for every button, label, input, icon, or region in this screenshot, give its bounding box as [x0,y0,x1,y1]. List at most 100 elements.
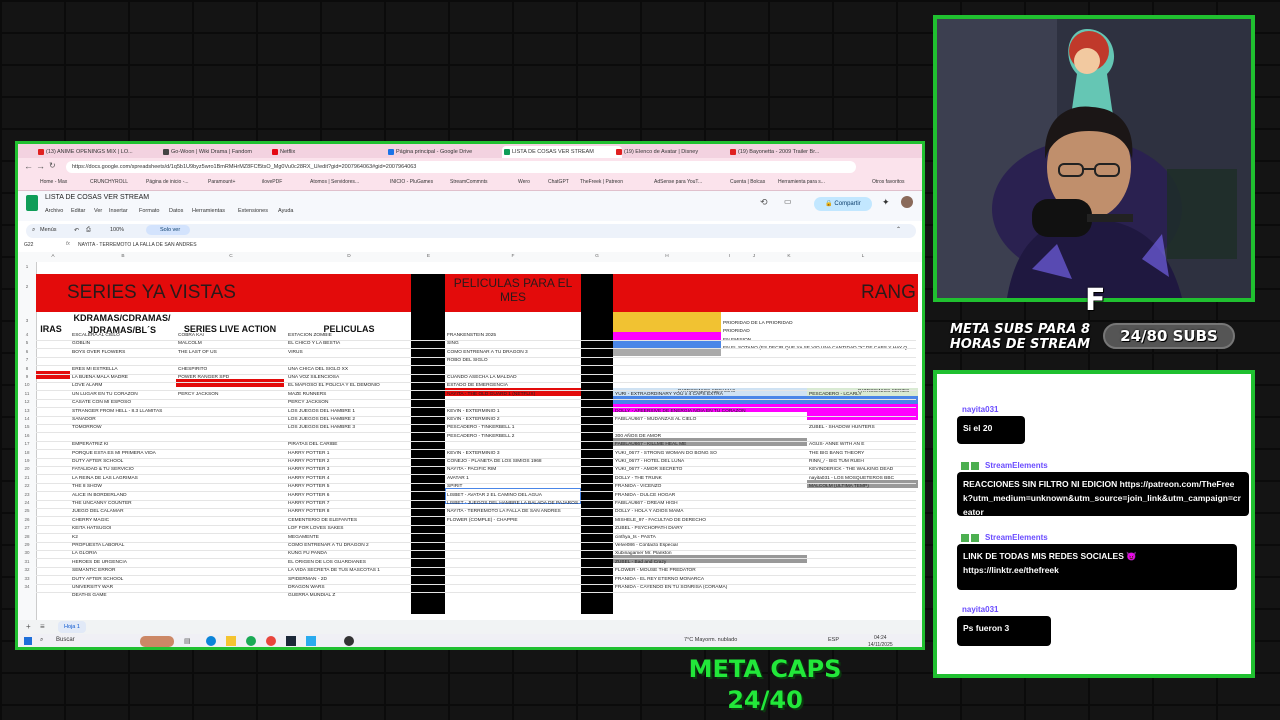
history-icon[interactable]: ⟲ [760,197,768,208]
column-header[interactable]: L [808,253,918,261]
browser-tab[interactable]: (13) ANIME OPENINGS MIX | LO... [36,146,156,158]
formula-input[interactable]: NAYITA - TERREMOTO LA FALLA DE SAN ANDRE… [78,242,197,248]
cell-reference[interactable]: G22 [24,242,33,248]
browser-tab[interactable]: LISTA DE COSAS VER STREAM [502,146,622,158]
sheet-tab[interactable]: Hoja 1 [58,621,86,633]
column-header[interactable]: J [738,253,770,261]
row-header[interactable]: 8 [18,366,36,371]
row-header[interactable]: 19 [18,458,36,463]
language-indicator[interactable]: ESP [828,637,839,643]
column-header[interactable]: B [70,253,176,261]
bookmark-item[interactable]: ilovePDF [262,179,282,185]
row-header[interactable]: 32 [18,567,36,572]
row-header[interactable]: 4 [18,332,36,337]
column-header[interactable]: A [36,253,70,261]
row-header[interactable]: 24 [18,500,36,505]
row-header[interactable]: 6 [18,349,36,354]
row-header[interactable]: 1 [18,264,36,269]
all-sheets-icon[interactable]: ≡ [40,622,45,631]
row-header[interactable]: 12 [18,399,36,404]
column-header[interactable]: F [445,253,581,261]
add-sheet-icon[interactable]: + [26,622,31,631]
menu-item[interactable]: Formato [139,208,159,214]
row-header[interactable]: 30 [18,550,36,555]
row-header[interactable]: 20 [18,466,36,471]
row-header[interactable]: 14 [18,416,36,421]
column-header[interactable]: D [286,253,412,261]
chevron-up-icon[interactable]: ⌃ [896,226,901,233]
print-icon[interactable]: ⎙ [86,227,91,234]
row-header[interactable]: 2 [18,284,36,289]
row-header[interactable]: 26 [18,517,36,522]
row-header[interactable]: 25 [18,508,36,513]
bookmark-item[interactable]: AdSense para YouT... [654,179,702,185]
browser-tab[interactable]: (19) Bayonetta - 2009 Trailer Br... [728,146,836,158]
bookmark-item[interactable]: Página de inicio -... [146,179,189,185]
row-header[interactable]: 15 [18,424,36,429]
widget-icon[interactable] [140,636,174,647]
row-header[interactable]: 29 [18,542,36,547]
row-header[interactable]: 17 [18,441,36,446]
zoom-select[interactable]: 100% [110,227,124,233]
bookmark-item[interactable]: Atomos | Servidores... [310,179,359,185]
taskbar-search[interactable]: Buscar [56,637,75,643]
bookmark-item[interactable]: Wero [518,179,530,185]
edge-icon[interactable] [206,636,216,646]
obs-icon[interactable] [344,636,354,646]
bookmark-item[interactable]: Cuenta | Bolcas [730,179,765,185]
document-title[interactable]: LISTA DE COSAS VER STREAM [45,194,149,201]
bookmark-item[interactable]: Otros favoritos [872,179,905,185]
row-header[interactable]: 7 [18,357,36,362]
row-header[interactable]: 23 [18,492,36,497]
task-view-icon[interactable]: ▤ [184,637,191,645]
column-header[interactable]: K [770,253,808,261]
menu-item[interactable]: Ver [94,208,102,214]
bookmark-item[interactable]: ChatGPT [548,179,569,185]
menu-item[interactable]: Extensiones [238,208,268,214]
menu-item[interactable]: Ayuda [278,208,294,214]
menu-item[interactable]: Insertar [109,208,128,214]
search-icon[interactable]: ⌕ [32,227,35,234]
whatsapp-icon[interactable] [246,636,256,646]
row-header[interactable]: 28 [18,534,36,539]
back-icon[interactable]: ← [24,161,33,171]
bookmark-item[interactable]: Home - Max [40,179,67,185]
undo-icon[interactable]: ↶ [74,227,79,234]
column-header[interactable]: E [412,253,445,261]
menus-button[interactable]: Menús [40,227,57,233]
browser-tab[interactable]: Página principal - Google Drive [386,146,506,158]
weather-widget[interactable]: 7°C Mayorm. nublado [684,637,737,643]
chrome-icon[interactable] [266,636,276,646]
menu-item[interactable]: Archivo [45,208,63,214]
row-header[interactable]: 21 [18,475,36,480]
browser-tab[interactable]: Go-Woon | Wiki Drama | Fandom [161,146,281,158]
bookmark-item[interactable]: CRUNCHYROLL [90,179,128,185]
view-mode-button[interactable]: Solo ver [146,225,190,235]
column-header[interactable]: G [581,253,613,261]
row-header[interactable]: 16 [18,433,36,438]
bookmark-item[interactable]: Paramount+ [208,179,235,185]
row-header[interactable]: 33 [18,576,36,581]
column-header[interactable]: C [176,253,286,261]
telegram-icon[interactable] [306,636,316,646]
clock-time[interactable]: 04:24 [874,635,887,641]
spreadsheet-grid[interactable]: 1 2 3 4 5 6 7 8 9 10 11 12 13 14 15 16 17 18 19 20 21 22 23 24 2… [18,262,922,620]
row-header[interactable]: 31 [18,559,36,564]
row-header[interactable]: 3 [18,318,36,323]
menu-item[interactable]: Editar [71,208,85,214]
row-header[interactable]: 18 [18,450,36,455]
gemini-icon[interactable]: ✦ [882,197,890,208]
table-cell[interactable]: GUERRA MUNDIAL Z [288,592,410,600]
share-button[interactable]: 🔒 Compartir [814,197,872,211]
row-header[interactable]: 34 [18,584,36,589]
search-icon[interactable]: ⌕ [40,637,43,644]
row-header[interactable]: 11 [18,391,36,396]
row-header[interactable]: 9 [18,374,36,379]
url-field[interactable]: https://docs.google.com/spreadsheets/d/1… [66,161,856,173]
row-header[interactable]: 10 [18,382,36,387]
column-header[interactable]: I [721,253,738,261]
browser-tab[interactable]: Netflix [270,146,390,158]
bookmark-item[interactable]: StreamCommnts [450,179,488,185]
menu-item[interactable]: Datos [169,208,183,214]
forward-icon[interactable]: → [36,161,45,171]
